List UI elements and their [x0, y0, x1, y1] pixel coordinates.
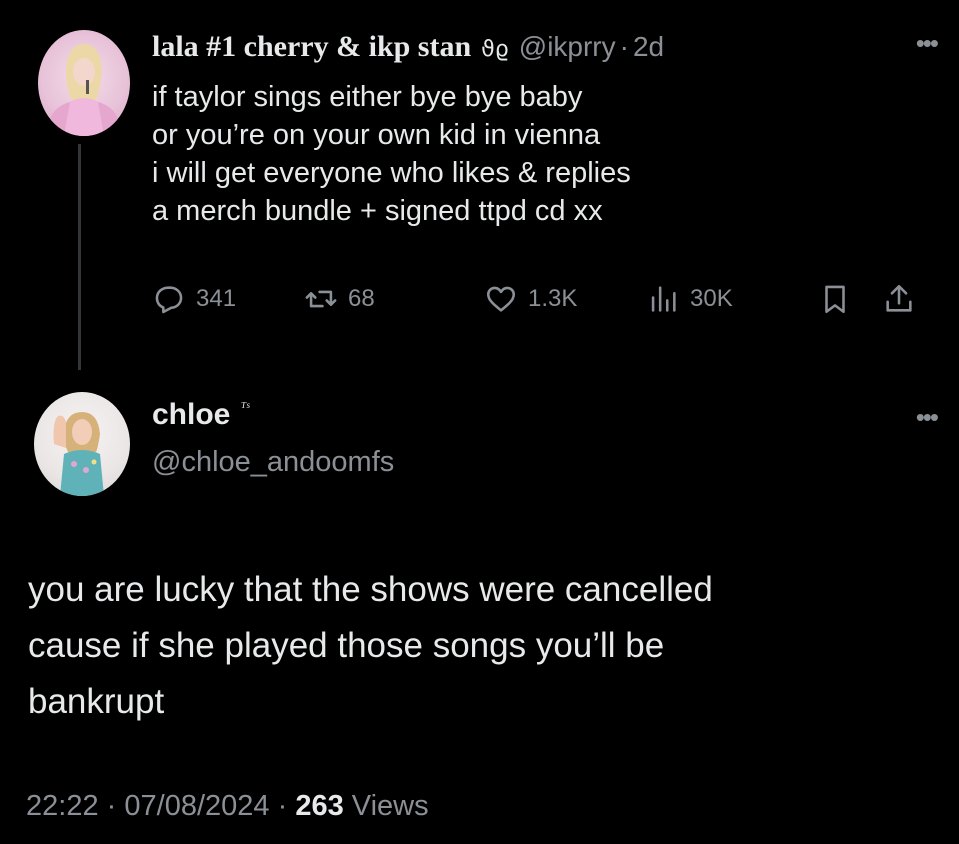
reply-author-name[interactable]: chloe — [152, 398, 230, 432]
reply-metadata: 22:22 · 07/08/2024 · 263 Views — [26, 790, 429, 823]
reply-author-avatar[interactable] — [34, 392, 130, 496]
reply-more-options-icon[interactable]: ••• — [916, 404, 939, 430]
tweet-actions: 341 68 1.3K 30K — [152, 282, 932, 326]
reply-text-line: cause if she played those songs you’ll b… — [28, 626, 665, 665]
meta-separator: · — [106, 790, 117, 822]
tweet-text-line: i will get everyone who likes & replies — [152, 157, 631, 189]
reply-author-badge: ᵀˢ — [240, 399, 250, 416]
views-button[interactable]: 30K — [646, 282, 733, 316]
author-name-glyph: ϑϱ — [481, 37, 509, 62]
meta-separator: · — [277, 790, 288, 822]
reply-button[interactable]: 341 — [152, 282, 236, 316]
reply-time[interactable]: 22:22 — [26, 790, 99, 822]
reply-count: 341 — [196, 285, 237, 312]
author-handle[interactable]: @ikprry — [519, 31, 616, 63]
bookmark-button[interactable] — [818, 282, 852, 316]
thread-line — [78, 144, 81, 370]
tweet-text-line: or you’re on your own kid in vienna — [152, 119, 601, 151]
more-options-icon[interactable]: ••• — [916, 30, 939, 56]
repost-icon — [305, 290, 337, 308]
tweet-text-line: if taylor sings either bye bye baby — [152, 81, 583, 113]
reply-author-handle[interactable]: @chloe_andoomfs — [152, 446, 394, 479]
repost-button[interactable]: 68 — [304, 282, 375, 316]
header-separator: · — [619, 31, 629, 62]
reply-icon — [155, 286, 183, 314]
reply-views-label: Views — [351, 790, 429, 822]
views-count: 30K — [690, 285, 733, 312]
tweet-text-line: a merch bundle + signed ttpd cd xx — [152, 195, 603, 227]
like-count: 1.3K — [528, 285, 578, 312]
reply-text-line: bankrupt — [28, 682, 165, 721]
views-chart-icon — [651, 286, 676, 312]
tweet-timestamp[interactable]: 2d — [633, 31, 664, 63]
avatar-image — [53, 412, 104, 496]
avatar-image — [50, 44, 118, 136]
bookmark-icon — [825, 285, 845, 314]
author-name[interactable]: lala #1 cherry & ikp stan — [152, 30, 471, 64]
heart-icon — [486, 286, 516, 312]
author-avatar[interactable] — [38, 30, 130, 136]
reply-author-row: chloe ᵀˢ — [152, 398, 249, 432]
share-button[interactable] — [882, 282, 916, 316]
reply-views-count: 263 — [295, 790, 344, 822]
tweet-header: lala #1 cherry & ikp stan ϑϱ @ikprry · 2… — [152, 30, 664, 66]
reply-text-line: you are lucky that the shows were cancel… — [28, 570, 713, 609]
like-button[interactable]: 1.3K — [484, 282, 577, 316]
reply-text: you are lucky that the shows were cancel… — [28, 562, 928, 730]
reply-date[interactable]: 07/08/2024 — [124, 790, 269, 822]
repost-count: 68 — [348, 285, 375, 312]
share-icon — [886, 284, 912, 312]
tweet-text: if taylor sings either bye bye baby or y… — [152, 78, 892, 230]
